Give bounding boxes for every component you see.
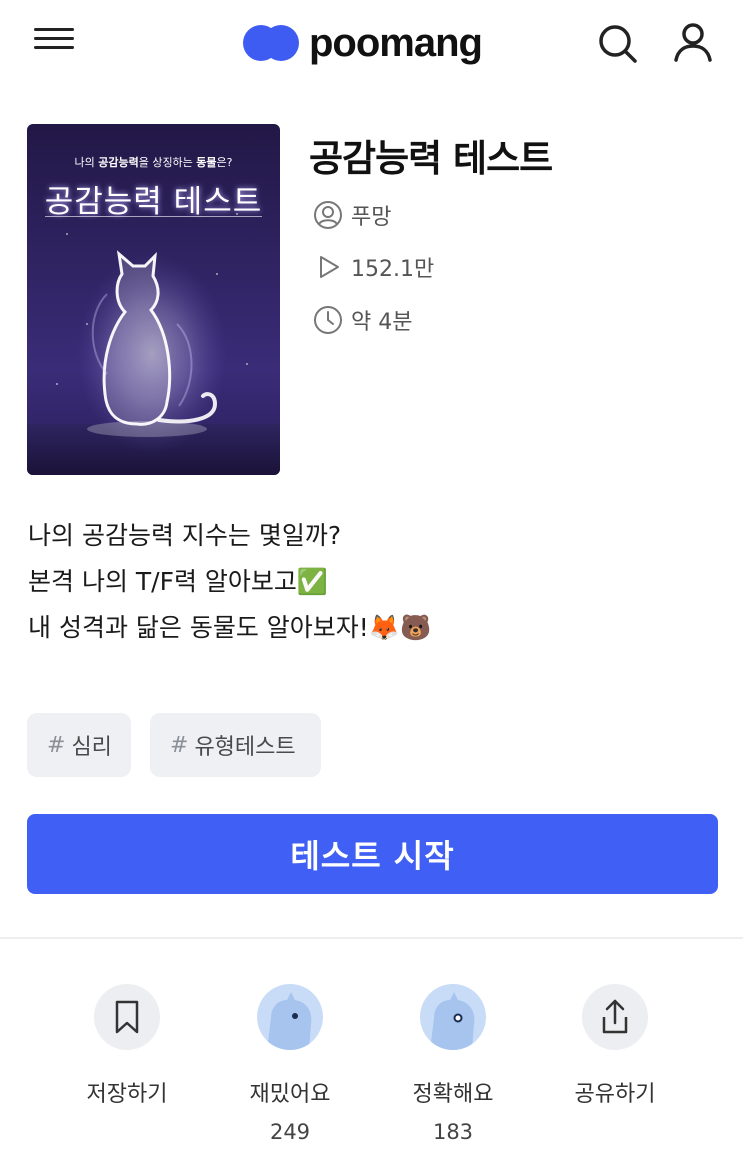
hash-icon: # (47, 732, 66, 758)
duration-text: 약 4분 (351, 310, 413, 335)
clock-icon (314, 306, 342, 334)
share-icon (602, 999, 628, 1034)
search-icon (599, 25, 637, 63)
share-label: 공유하기 (574, 1082, 656, 1107)
divider (0, 937, 743, 939)
accurate-mascot-icon (430, 992, 475, 1050)
thumbnail-subtitle: 나의 공감능력을 상징하는 동물은? (74, 156, 233, 169)
start-test-button[interactable]: 테스트 시작 (27, 814, 718, 894)
save-button[interactable]: 저장하기 (57, 984, 197, 1108)
thumbnail-underline (45, 216, 262, 217)
accurate-label: 정확해요 (412, 1082, 494, 1107)
logo-text: poomang (309, 21, 483, 65)
share-circle (582, 984, 648, 1050)
test-thumbnail: 나의 공감능력을 상징하는 동물은? 공감능력 테스트 (27, 124, 280, 475)
funny-button[interactable]: 재밌어요 249 (220, 984, 360, 1144)
tag-label: 유형테스트 (194, 735, 296, 760)
bookmark-icon (115, 1000, 139, 1034)
accurate-circle (420, 984, 486, 1050)
funny-label: 재밌어요 (249, 1082, 331, 1107)
description-line: 내 성격과 닮은 동물도 알아보자!🦊🐻 (28, 613, 432, 642)
funny-count: 249 (269, 1120, 311, 1144)
logo-mark-icon (243, 25, 299, 61)
description-line: 나의 공감능력 지수는 몇일까? (28, 521, 342, 550)
author-avatar-icon (314, 201, 342, 229)
tag-type-test[interactable]: # 유형테스트 (150, 713, 321, 777)
menu-icon (34, 28, 78, 49)
logo[interactable]: poomang (243, 20, 483, 66)
tag-label: 심리 (71, 735, 112, 760)
duration-meta: 약 4분 (313, 305, 412, 335)
accurate-button[interactable]: 정확해요 183 (383, 984, 523, 1144)
funny-circle (257, 984, 323, 1050)
save-label: 저장하기 (86, 1082, 168, 1107)
author-meta[interactable]: 푸망 (313, 200, 391, 230)
search-button[interactable] (596, 22, 640, 66)
thumbnail-title: 공감능력 테스트 (44, 184, 263, 220)
tag-psychology[interactable]: # 심리 (27, 713, 131, 777)
author-name: 푸망 (351, 205, 392, 230)
funny-mascot-icon (267, 992, 312, 1050)
user-icon (674, 23, 712, 62)
play-count: 152.1만 (351, 257, 435, 282)
hash-icon: # (170, 732, 189, 758)
description-line: 본격 나의 T/F력 알아보고✅ (28, 567, 329, 596)
profile-button[interactable] (670, 20, 716, 66)
test-title: 공감능력 테스트 (309, 137, 553, 180)
plays-meta: 152.1만 (313, 252, 434, 282)
share-button[interactable]: 공유하기 (545, 984, 685, 1108)
accurate-count: 183 (432, 1120, 474, 1144)
play-icon (320, 256, 339, 278)
menu-button[interactable] (34, 26, 78, 60)
save-circle (94, 984, 160, 1050)
test-description: 나의 공감능력 지수는 몇일까? 본격 나의 T/F력 알아보고✅ 내 성격과 … (28, 513, 718, 651)
